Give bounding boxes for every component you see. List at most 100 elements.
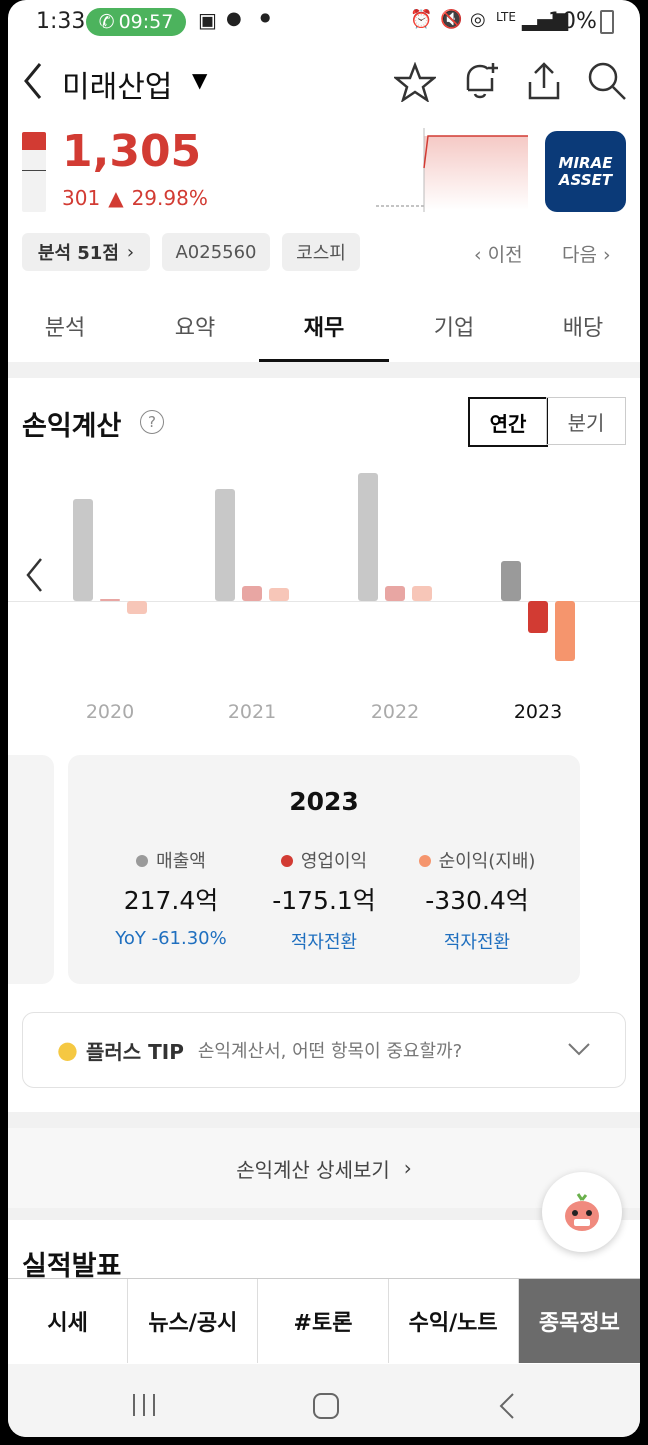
dropdown-icon[interactable]: ▼ (192, 68, 207, 92)
summary-value: -330.4억 (425, 886, 529, 915)
summary-card: 2023 매출액 217.4억 YoY -61.30% 영업이익 -175.1억… (68, 755, 580, 984)
bar-net-income[interactable] (412, 586, 432, 601)
chevron-left-icon (26, 558, 42, 592)
next-label: 다음 (562, 244, 597, 266)
bar-operating-profit[interactable] (385, 586, 405, 601)
x-tick-label: 2021 (227, 701, 277, 723)
share-icon (528, 62, 560, 100)
talk-icon: ● (226, 8, 242, 29)
back-button[interactable] (22, 62, 44, 104)
sparkline-area (424, 136, 528, 210)
call-indicator[interactable]: ✆ 09:57 (86, 8, 186, 36)
price-change: 301 ▲ 29.98% (62, 186, 208, 210)
tab-summary[interactable]: 요약 (130, 310, 260, 342)
system-nav-bar (8, 1364, 640, 1437)
mascot-fab[interactable] (542, 1172, 622, 1252)
alarm-icon: ⏰ (410, 9, 433, 30)
bell-plus-icon (466, 63, 498, 99)
summary-item-operating: 영업이익 (248, 847, 400, 873)
bar-net-income[interactable] (269, 588, 289, 601)
status-bar: 1:33 ✆ 09:57 ▣ ● ● ⏰ 🔇 ◎ LTE ▂▄▆ 10% (8, 0, 640, 44)
prev-label: 이전 (487, 244, 523, 266)
summary-sub: 적자전환 (443, 932, 511, 953)
back-icon (24, 63, 42, 99)
lte-label: LTE (496, 10, 516, 24)
tab-company[interactable]: 기업 (389, 310, 519, 342)
search-icon (588, 62, 626, 100)
section-divider (8, 362, 640, 378)
gallery-icon: ▣ (198, 8, 217, 32)
help-icon[interactable]: ? (140, 410, 164, 434)
star-icon (392, 61, 438, 103)
chevron-right-icon: › (603, 244, 611, 266)
system-back-icon[interactable] (498, 1392, 516, 1420)
status-time: 1:33 (36, 9, 86, 34)
market-chip[interactable]: 코스피 (282, 233, 360, 271)
tip-label: 플러스 TIP (85, 1039, 184, 1064)
tab-analysis[interactable]: 분석 (8, 310, 122, 342)
nav-stock-info[interactable]: 종목정보 (518, 1279, 640, 1363)
section-divider (8, 1112, 640, 1128)
share-button[interactable] (524, 60, 564, 106)
next-stock-button[interactable]: 다음 › (562, 240, 611, 267)
alert-button[interactable] (460, 60, 500, 106)
dot-icon: ● (260, 10, 271, 24)
analysis-score-chip[interactable]: 분석 51점 › (22, 233, 150, 271)
mute-icon: 🔇 (440, 9, 463, 30)
bar-operating-profit[interactable] (242, 586, 262, 601)
nav-news[interactable]: 뉴스/공시 (128, 1279, 259, 1363)
call-time: 09:57 (118, 11, 174, 33)
tip-text: 손익계산서, 어떤 항목이 중요할까? (197, 1041, 463, 1062)
summary-label: 매출액 (156, 851, 206, 872)
bar-operating-profit[interactable] (100, 599, 120, 601)
summary-sub: 적자전환 (290, 932, 358, 953)
bar-net-income[interactable] (127, 601, 147, 614)
search-button[interactable] (586, 60, 628, 106)
toggle-annual[interactable]: 연간 (468, 397, 548, 447)
section-title: 손익계산 (22, 411, 122, 442)
recent-apps-icon[interactable] (130, 1392, 158, 1418)
tab-dividend[interactable]: 배당 (518, 310, 640, 342)
summary-sub: YoY -61.30% (115, 928, 227, 949)
change-amount: 301 (62, 186, 101, 210)
phone-icon: ✆ (98, 11, 115, 33)
prev-summary-card[interactable] (8, 755, 54, 984)
summary-item-net: 순이익(지배) (400, 847, 554, 873)
chart-prev-button[interactable] (24, 557, 44, 597)
analysis-score-label: 분석 51점 (37, 243, 119, 264)
price-range-marker (22, 170, 46, 171)
summary-value: -175.1억 (272, 886, 376, 915)
company-logo: MIRAE ASSET (545, 131, 626, 212)
bar-revenue[interactable] (358, 473, 378, 601)
x-tick-label: 2023 (513, 701, 563, 723)
intraday-sparkline[interactable] (376, 128, 532, 214)
legend-dot (136, 855, 149, 867)
favorite-button[interactable] (392, 61, 438, 106)
bar-revenue[interactable] (215, 489, 235, 601)
bar-net-income[interactable] (555, 601, 575, 662)
bar-revenue[interactable] (501, 561, 521, 601)
logo-text-2: ASSET (558, 170, 613, 189)
tab-finance[interactable]: 재무 (259, 310, 389, 342)
battery-text: 10% (548, 9, 597, 34)
chevron-right-icon: › (126, 241, 135, 263)
home-icon[interactable] (312, 1392, 340, 1420)
chevron-left-icon: ‹ (474, 244, 482, 266)
summary-value: 217.4억 (123, 886, 219, 915)
bar-operating-profit[interactable] (528, 601, 548, 634)
stock-name[interactable]: 미래산업 (62, 62, 172, 106)
x-tick-label: 2022 (370, 701, 420, 723)
plus-tip-box[interactable]: ● 플러스 TIP 손익계산서, 어떤 항목이 중요할까? (22, 1012, 626, 1088)
nav-quote[interactable]: 시세 (8, 1279, 129, 1363)
summary-year: 2023 (289, 787, 359, 816)
toggle-quarter[interactable]: 분기 (546, 397, 626, 445)
logo-text-1: MIRAE (558, 153, 613, 172)
summary-item-revenue: 매출액 (94, 847, 248, 873)
prev-stock-button[interactable]: ‹ 이전 (474, 240, 523, 267)
summary-label: 순이익(지배) (438, 851, 536, 872)
nav-discussion[interactable]: #토론 (258, 1279, 389, 1363)
stock-code-chip[interactable]: A025560 (162, 233, 270, 271)
nav-notes[interactable]: 수익/노트 (389, 1279, 519, 1363)
change-percent: 29.98% (131, 186, 208, 210)
bar-revenue[interactable] (73, 498, 93, 601)
